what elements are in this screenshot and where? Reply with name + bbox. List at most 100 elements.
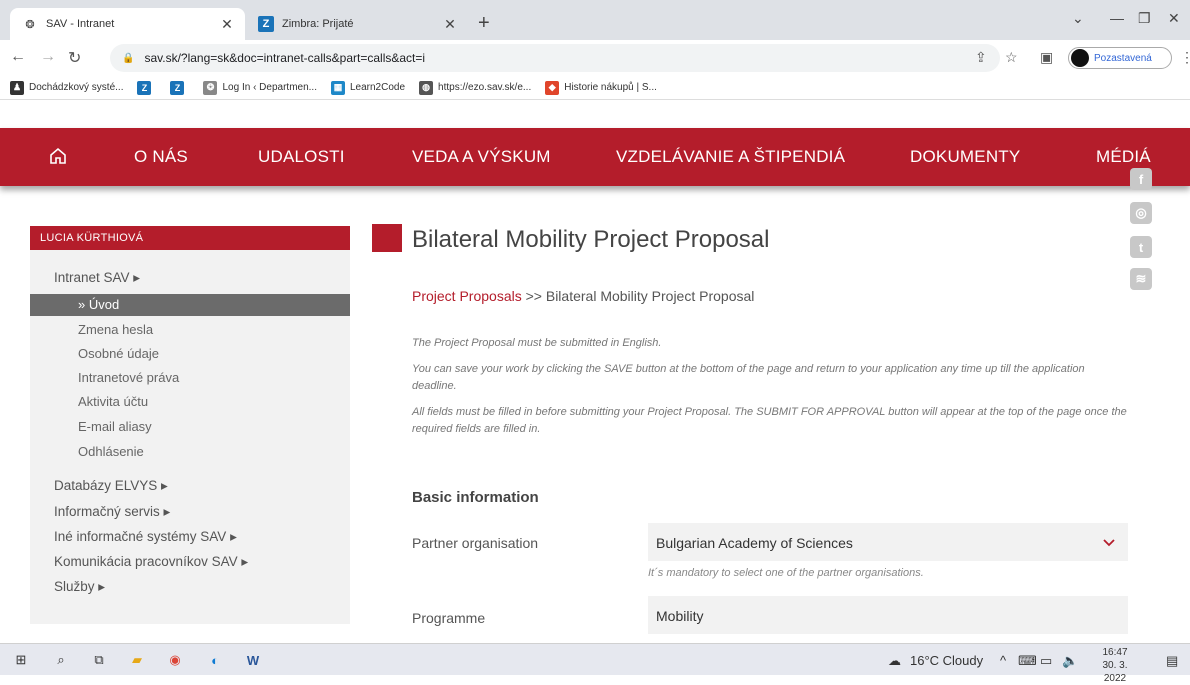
bookmark-star-icon[interactable]: ☆: [1005, 49, 1018, 66]
reload-icon[interactable]: ↻: [68, 48, 81, 68]
close-tab-icon[interactable]: ✕: [219, 16, 235, 33]
nav-item-vzdelavanie[interactable]: VZDELÁVANIE A ŠTIPENDIÁ: [616, 147, 845, 167]
forward-icon[interactable]: →: [40, 48, 56, 66]
windows-start-icon[interactable]: ⊞: [12, 651, 30, 669]
profile-label: Pozastavená: [1094, 52, 1152, 64]
browser-toolbar: ← → ↻ 🔒 sav.sk/?lang=sk&doc=intranet-cal…: [0, 40, 1190, 76]
sidebar-item-aktivita-uctu[interactable]: Aktivita účtu: [78, 394, 148, 409]
bookmarks-bar: ♟ Dochádzkový systé... Z Z ❂ Log In ‹ Departm…: [0, 76, 1190, 100]
keyboard-icon[interactable]: ⌨: [1018, 653, 1037, 669]
title-accent-block: [372, 224, 402, 252]
word-icon[interactable]: W: [244, 651, 262, 669]
bookmark-item[interactable]: ♟ Dochádzkový systé...: [10, 80, 124, 95]
nav-item-dokumenty[interactable]: DOKUMENTY: [910, 147, 1020, 167]
back-icon[interactable]: ←: [10, 48, 26, 66]
facebook-icon[interactable]: f: [1130, 168, 1152, 190]
bookmark-label: Dochádzkový systé...: [29, 82, 124, 93]
partner-organisation-hint: It´s mandatory to select one of the part…: [648, 567, 924, 579]
sidebar-item-databazy-elvys[interactable]: Databázy ELVYS ▸: [54, 478, 168, 494]
weather-icon[interactable]: ☁: [888, 653, 901, 669]
weather-text[interactable]: 16°C Cloudy: [910, 653, 983, 668]
bookmark-item[interactable]: Z: [170, 80, 189, 95]
tab-sav-intranet[interactable]: ❂ SAV - Intranet ✕: [10, 8, 245, 40]
breadcrumb-link-project-proposals[interactable]: Project Proposals: [412, 288, 522, 304]
partner-organisation-label: Partner organisation: [412, 535, 539, 551]
bookmark-item[interactable]: Z: [137, 80, 156, 95]
nav-item-o-nas[interactable]: O NÁS: [134, 147, 188, 167]
bookmark-label: Learn2Code: [349, 82, 406, 93]
sidebar: LUCIA KÜRTHIOVÁ Intranet SAV ▸ » Úvod Zm…: [30, 226, 350, 624]
page-title: Bilateral Mobility Project Proposal: [412, 226, 770, 253]
edge-icon[interactable]: ◐: [206, 651, 224, 669]
zimbra-icon: Z: [170, 80, 185, 95]
clock[interactable]: 16:47 30. 3. 2022: [1090, 646, 1140, 685]
profile-button[interactable]: Pozastavená: [1068, 47, 1172, 69]
rss-icon[interactable]: ≋: [1130, 268, 1152, 290]
site-navigation: O NÁS UDALOSTI VEDA A VÝSKUM VZDELÁVANIE…: [0, 128, 1190, 186]
tab-title: SAV - Intranet: [46, 18, 115, 30]
sidebar-item-sluzby[interactable]: Služby ▸: [54, 579, 105, 595]
sav-favicon-icon: ❂: [25, 18, 35, 31]
menu-icon[interactable]: ⋮: [1180, 49, 1190, 66]
sidebar-item-osobne-udaje[interactable]: Osobné údaje: [78, 346, 159, 361]
sidebar-item-zmena-hesla[interactable]: Zmena hesla: [78, 322, 153, 337]
nav-item-veda-a-vyskum[interactable]: VEDA A VÝSKUM: [412, 147, 551, 167]
bookmark-label: https://ezo.sav.sk/e...: [438, 82, 532, 93]
address-bar[interactable]: 🔒 sav.sk/?lang=sk&doc=intranet-calls&par…: [110, 44, 1000, 72]
sidebar-item-intranet-sav[interactable]: Intranet SAV ▸: [54, 270, 140, 286]
sidebar-item-komunikacia[interactable]: Komunikácia pracovníkov SAV ▸: [54, 554, 248, 570]
bookmark-item[interactable]: ❂ Log In ‹ Departmen...: [203, 80, 317, 95]
tray-chevron-icon[interactable]: ^: [1000, 653, 1006, 668]
programme-field[interactable]: Mobility: [648, 596, 1128, 634]
tab-title: Zimbra: Prijaté: [282, 18, 354, 30]
sidebar-item-uvod[interactable]: » Úvod: [30, 294, 350, 316]
tab-search-icon[interactable]: ⌄: [1072, 10, 1084, 27]
close-tab-icon[interactable]: ✕: [442, 16, 458, 33]
note-english: The Project Proposal must be submitted i…: [412, 337, 662, 349]
instagram-icon[interactable]: ◎: [1130, 202, 1152, 224]
nav-item-media[interactable]: MÉDIÁ: [1096, 147, 1151, 167]
zimbra-icon: Z: [137, 80, 152, 95]
note-submit: All fields must be filled in before subm…: [412, 406, 1127, 435]
sidebar-item-intranetove-prava[interactable]: Intranetové práva: [78, 370, 179, 385]
bookmark-label: Log In ‹ Departmen...: [222, 82, 317, 93]
partner-organisation-select[interactable]: Bulgarian Academy of Sciences: [648, 523, 1128, 561]
side-panel-icon[interactable]: ▣: [1040, 49, 1053, 66]
people-icon: ♟: [10, 80, 24, 95]
twitter-icon[interactable]: t: [1130, 236, 1152, 258]
wordpress-icon: ❂: [203, 80, 218, 95]
file-explorer-icon[interactable]: ▰: [128, 651, 146, 669]
sidebar-user-header: LUCIA KÜRTHIOVÁ: [30, 226, 350, 250]
speaker-icon[interactable]: 🔈: [1062, 653, 1078, 669]
browser-tab-strip: ❂ SAV - Intranet ✕ Z Zimbra: Prijaté ✕ +…: [0, 0, 1190, 40]
sidebar-item-ine-systemy[interactable]: Iné informačné systémy SAV ▸: [54, 529, 237, 545]
close-window-icon[interactable]: ✕: [1168, 10, 1180, 27]
task-view-icon[interactable]: ⧉: [90, 651, 108, 669]
new-tab-icon[interactable]: +: [478, 12, 490, 35]
breadcrumb: Project Proposals >> Bilateral Mobility …: [412, 288, 754, 304]
clock-date: 30. 3. 2022: [1102, 660, 1128, 684]
battery-icon[interactable]: ▭: [1040, 653, 1052, 669]
note-save: You can save your work by clicking the S…: [412, 363, 1085, 392]
notification-icon[interactable]: ▤: [1166, 653, 1178, 669]
bookmark-item[interactable]: ◍ https://ezo.sav.sk/e...: [419, 80, 532, 95]
tab-zimbra[interactable]: Z Zimbra: Prijaté ✕: [248, 8, 468, 40]
restore-icon[interactable]: ❐: [1138, 10, 1151, 27]
sidebar-item-email-aliasy[interactable]: E-mail aliasy: [78, 419, 152, 434]
globe-icon: ◍: [419, 80, 434, 95]
learn2code-icon: ▦: [330, 80, 345, 95]
partner-organisation-value: Bulgarian Academy of Sciences: [656, 535, 853, 551]
sidebar-item-informacny-servis[interactable]: Informačný servis ▸: [54, 504, 170, 520]
bookmark-item[interactable]: ◆ Historie nákupů | S...: [545, 80, 657, 95]
sidebar-item-label: » Úvod: [78, 297, 120, 312]
sidebar-item-odhlasenie[interactable]: Odhlásenie: [78, 444, 144, 459]
minimize-icon[interactable]: —: [1110, 10, 1124, 26]
search-icon[interactable]: ⌕: [52, 651, 70, 669]
bookmark-item[interactable]: ▦ Learn2Code: [330, 80, 406, 95]
shop-icon: ◆: [545, 80, 560, 95]
share-icon[interactable]: ⇪: [975, 49, 987, 66]
chevron-down-icon: [1103, 539, 1115, 547]
nav-item-udalosti[interactable]: UDALOSTI: [258, 147, 345, 167]
home-icon[interactable]: [48, 146, 68, 166]
chrome-icon[interactable]: ◉: [166, 651, 184, 669]
